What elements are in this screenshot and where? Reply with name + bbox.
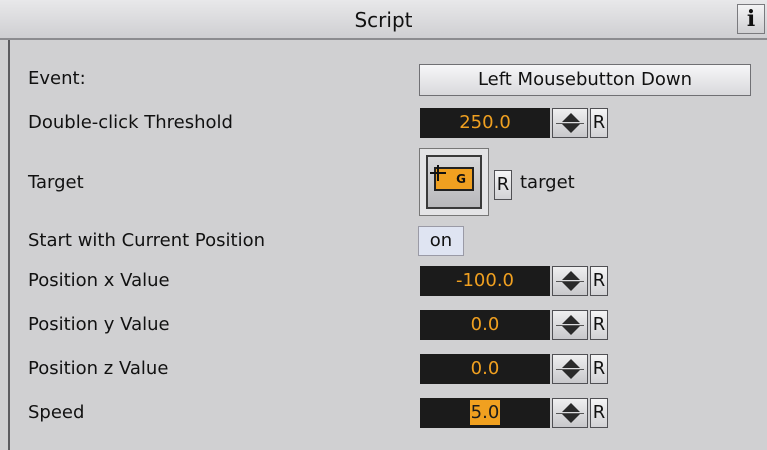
group-icon: G bbox=[430, 165, 474, 191]
spin-down-icon[interactable] bbox=[562, 370, 580, 379]
speed-field[interactable]: 5.0 bbox=[420, 398, 550, 428]
position-y-field[interactable]: 0.0 bbox=[420, 310, 550, 340]
position-y-reset-button[interactable]: R bbox=[590, 310, 608, 340]
spin-down-icon[interactable] bbox=[562, 414, 580, 423]
panel-header: Script i bbox=[0, 0, 767, 40]
position-z-reset-button[interactable]: R bbox=[590, 354, 608, 384]
double-click-threshold-value: 250.0 bbox=[459, 112, 511, 133]
target-label: Target bbox=[28, 172, 84, 193]
position-z-label: Position z Value bbox=[28, 358, 169, 379]
position-z-value: 0.0 bbox=[470, 358, 500, 379]
target-container: G bbox=[426, 155, 482, 209]
panel-title: Script bbox=[354, 8, 413, 32]
speed-value: 5.0 bbox=[469, 400, 501, 425]
target-value: target bbox=[520, 172, 575, 193]
speed-label: Speed bbox=[28, 402, 85, 423]
position-x-label: Position x Value bbox=[28, 270, 170, 291]
position-x-field[interactable]: -100.0 bbox=[420, 266, 550, 296]
spin-down-icon[interactable] bbox=[562, 326, 580, 335]
speed-reset-button[interactable]: R bbox=[590, 398, 608, 428]
start-current-position-toggle[interactable]: on bbox=[418, 226, 464, 256]
position-z-field[interactable]: 0.0 bbox=[420, 354, 550, 384]
spin-up-icon[interactable] bbox=[562, 403, 580, 412]
script-panel: Script i Event: Left Mousebutton Down Do… bbox=[0, 0, 767, 450]
spin-down-icon[interactable] bbox=[562, 124, 580, 133]
info-button[interactable]: i bbox=[737, 4, 765, 34]
panel-border bbox=[8, 40, 10, 450]
position-y-label: Position y Value bbox=[28, 314, 170, 335]
position-y-spinner[interactable] bbox=[552, 310, 588, 340]
event-dropdown-button[interactable]: Left Mousebutton Down bbox=[419, 64, 751, 96]
target-reset-button[interactable]: R bbox=[494, 170, 512, 200]
spin-up-icon[interactable] bbox=[562, 271, 580, 280]
speed-spinner[interactable] bbox=[552, 398, 588, 428]
double-click-threshold-reset-button[interactable]: R bbox=[590, 108, 608, 138]
double-click-threshold-spinner[interactable] bbox=[552, 108, 588, 138]
spin-up-icon[interactable] bbox=[562, 359, 580, 368]
event-label: Event: bbox=[28, 68, 86, 89]
double-click-threshold-field[interactable]: 250.0 bbox=[420, 108, 550, 138]
double-click-threshold-label: Double-click Threshold bbox=[28, 112, 233, 133]
spin-up-icon[interactable] bbox=[562, 315, 580, 324]
group-letter: G bbox=[456, 172, 466, 186]
position-x-spinner[interactable] bbox=[552, 266, 588, 296]
position-x-reset-button[interactable]: R bbox=[590, 266, 608, 296]
spin-down-icon[interactable] bbox=[562, 282, 580, 291]
crosshair-icon bbox=[430, 165, 446, 181]
position-x-value: -100.0 bbox=[455, 270, 515, 291]
target-drop-slot[interactable]: G bbox=[419, 148, 489, 216]
position-y-value: 0.0 bbox=[470, 314, 500, 335]
start-current-position-label: Start with Current Position bbox=[28, 230, 266, 251]
position-z-spinner[interactable] bbox=[552, 354, 588, 384]
spin-up-icon[interactable] bbox=[562, 113, 580, 122]
